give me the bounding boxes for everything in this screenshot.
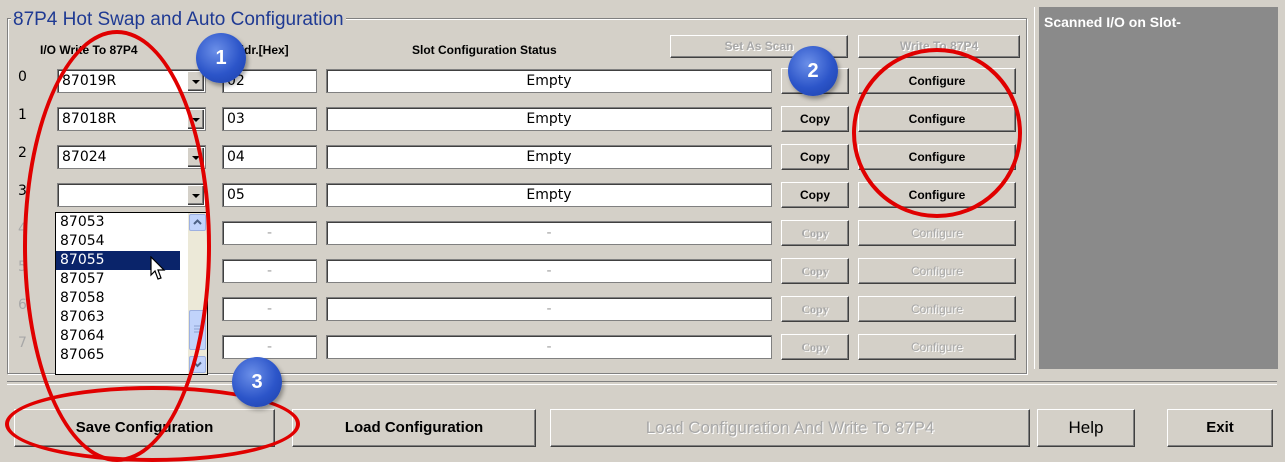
list-item[interactable]: 87058 xyxy=(56,289,180,308)
configure-button-4[interactable]: Configure xyxy=(858,220,1016,246)
chevron-down-icon[interactable] xyxy=(187,109,204,129)
module-value-0: 87019R xyxy=(62,73,117,89)
copy-button-7[interactable]: Copy xyxy=(781,334,849,360)
list-item[interactable]: 87053 xyxy=(56,213,180,232)
addr-field-4: - xyxy=(222,221,317,245)
module-value-1: 87018R xyxy=(62,111,117,127)
copy-button-6[interactable]: Copy xyxy=(781,296,849,322)
exit-button[interactable]: Exit xyxy=(1167,409,1273,447)
chevron-down-icon[interactable] xyxy=(187,185,204,205)
list-item[interactable]: 87064 xyxy=(56,327,180,346)
slot-label-7: 7 xyxy=(18,335,27,351)
list-item[interactable]: 87065 xyxy=(56,346,180,365)
load-and-write-button[interactable]: Load Configuration And Write To 87P4 xyxy=(550,409,1030,447)
status-field-3: Empty xyxy=(326,183,772,207)
configure-button-6[interactable]: Configure xyxy=(858,296,1016,322)
scroll-down-icon[interactable] xyxy=(189,356,206,373)
configure-button-1[interactable]: Configure xyxy=(858,106,1016,132)
addr-field-7: - xyxy=(222,335,317,359)
load-configuration-button[interactable]: Load Configuration xyxy=(292,409,536,447)
header-status: Slot Configuration Status xyxy=(412,43,557,57)
status-field-2: Empty xyxy=(326,145,772,169)
copy-button-5[interactable]: Copy xyxy=(781,258,849,284)
header-io-write: I/O Write To 87P4 xyxy=(40,43,138,57)
slot-label-1: 1 xyxy=(18,107,27,123)
slot-label-4: 4 xyxy=(18,221,27,237)
scan-panel-divider xyxy=(1034,7,1035,369)
slot-label-3: 3 xyxy=(18,183,27,199)
annotation-badge-3: 3 xyxy=(232,357,282,407)
module-value-2: 87024 xyxy=(62,149,107,165)
status-field-0: Empty xyxy=(326,69,772,93)
copy-button-2[interactable]: Copy xyxy=(781,144,849,170)
configure-button-7[interactable]: Configure xyxy=(858,334,1016,360)
annotation-badge-1: 1 xyxy=(196,33,246,83)
save-configuration-button[interactable]: Save Configuration xyxy=(14,409,275,447)
configure-button-0[interactable]: Configure xyxy=(858,68,1016,94)
addr-field-6: - xyxy=(222,297,317,321)
module-select-0[interactable]: 87019R xyxy=(57,69,206,93)
scanned-io-panel xyxy=(1039,7,1278,369)
status-field-7: - xyxy=(326,335,772,359)
dropdown-scrollbar[interactable] xyxy=(188,213,207,374)
module-select-3[interactable] xyxy=(57,183,206,207)
scrollbar-thumb[interactable] xyxy=(189,310,206,350)
configure-button-5[interactable]: Configure xyxy=(858,258,1016,284)
module-dropdown-list[interactable]: 87053 87054 87055 87057 87058 87063 8706… xyxy=(55,212,208,375)
status-field-4: - xyxy=(326,221,772,245)
slot-label-6: 6 xyxy=(18,297,27,313)
status-field-5: - xyxy=(326,259,772,283)
copy-button-1[interactable]: Copy xyxy=(781,106,849,132)
addr-field-3[interactable]: 05 xyxy=(222,183,317,207)
horizontal-divider xyxy=(7,381,1277,385)
module-select-2[interactable]: 87024 xyxy=(57,145,206,169)
addr-field-5: - xyxy=(222,259,317,283)
group-title: 87P4 Hot Swap and Auto Configuration xyxy=(11,9,346,31)
copy-button-4[interactable]: Copy xyxy=(781,220,849,246)
app-window: 87P4 Hot Swap and Auto Configuration I/O… xyxy=(0,0,1285,462)
copy-button-3[interactable]: Copy xyxy=(781,182,849,208)
list-item[interactable]: 87063 xyxy=(56,308,180,327)
status-field-6: - xyxy=(326,297,772,321)
slot-label-0: 0 xyxy=(18,69,27,85)
status-field-1: Empty xyxy=(326,107,772,131)
module-select-1[interactable]: 87018R xyxy=(57,107,206,131)
list-item[interactable]: 87054 xyxy=(56,232,180,251)
configure-button-2[interactable]: Configure xyxy=(858,144,1016,170)
addr-field-2[interactable]: 04 xyxy=(222,145,317,169)
mouse-pointer-icon xyxy=(150,256,166,280)
scroll-up-icon[interactable] xyxy=(189,214,206,231)
configure-button-3[interactable]: Configure xyxy=(858,182,1016,208)
slot-label-5: 5 xyxy=(18,259,27,275)
annotation-badge-2: 2 xyxy=(788,46,838,96)
help-button[interactable]: Help xyxy=(1037,409,1135,447)
write-to-87p4-button[interactable]: Write To 87P4 xyxy=(858,35,1020,58)
slot-label-2: 2 xyxy=(18,145,27,161)
scan-panel-title: Scanned I/O on Slot- xyxy=(1044,14,1181,30)
chevron-down-icon[interactable] xyxy=(187,147,204,167)
addr-field-1[interactable]: 03 xyxy=(222,107,317,131)
